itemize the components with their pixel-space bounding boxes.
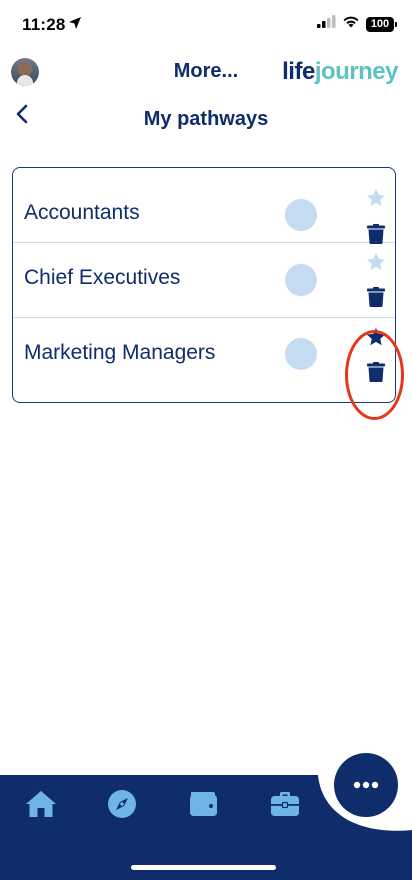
- trash-icon[interactable]: [367, 287, 385, 307]
- favorite-star-icon[interactable]: [365, 251, 387, 273]
- more-button[interactable]: [334, 753, 398, 817]
- pathway-name: Accountants: [24, 201, 140, 224]
- page-title: My pathways: [143, 108, 269, 130]
- pathway-row[interactable]: Chief Executives: [13, 243, 395, 318]
- nav-home[interactable]: [23, 788, 59, 820]
- logo-text-journey: journey: [314, 58, 399, 85]
- highlight-circle: [345, 330, 404, 420]
- pathway-name: Chief Executives: [24, 266, 181, 289]
- wallet-icon: [190, 792, 217, 816]
- logo-text-life: life: [282, 58, 315, 85]
- signal-icon: [317, 15, 336, 33]
- nav-wallet[interactable]: [185, 788, 221, 820]
- briefcase-icon: [271, 792, 299, 816]
- lifejourney-logo: lifejourney: [282, 58, 398, 86]
- progress-indicator: [285, 199, 317, 231]
- ellipsis-icon: [353, 781, 379, 789]
- home-indicator: [131, 865, 276, 870]
- status-time: 11:28: [22, 15, 66, 34]
- wifi-icon: [342, 15, 360, 33]
- progress-indicator: [285, 264, 317, 296]
- nav-jobs[interactable]: [267, 788, 303, 820]
- pathway-row[interactable]: Accountants: [13, 168, 395, 244]
- favorite-star-icon[interactable]: [365, 187, 387, 209]
- nav-explore[interactable]: [104, 788, 140, 820]
- pathway-list: Accountants Chief Executives Marketing M…: [12, 167, 396, 403]
- progress-indicator: [285, 338, 317, 370]
- location-arrow-icon: [68, 16, 82, 35]
- pathway-name: Marketing Managers: [24, 341, 216, 364]
- trash-icon[interactable]: [367, 224, 385, 244]
- pathway-row[interactable]: Marketing Managers: [13, 318, 395, 402]
- status-bar: 11:28 100: [0, 0, 412, 48]
- compass-icon: [108, 790, 136, 818]
- battery-icon: 100: [366, 16, 397, 32]
- home-icon: [26, 791, 56, 817]
